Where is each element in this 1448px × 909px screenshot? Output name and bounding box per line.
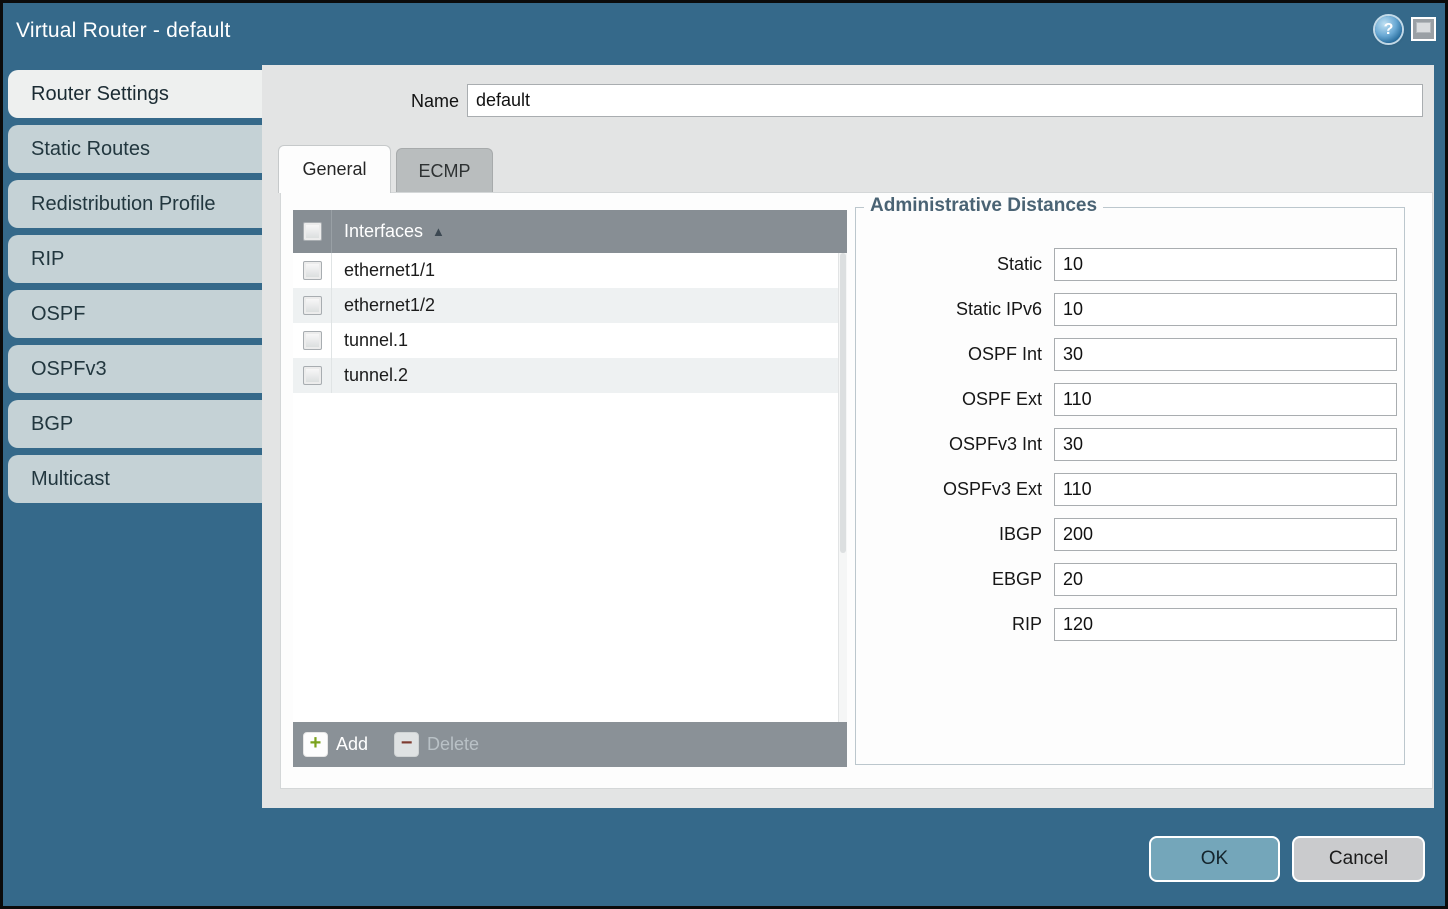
table-scrollbar-thumb[interactable] [840, 253, 846, 553]
add-button[interactable]: + Add [303, 732, 368, 757]
interfaces-table-header: Interfaces ▲ [293, 210, 847, 253]
administrative-distances-title: Administrative Distances [864, 195, 1103, 217]
row-checkbox-cell [293, 288, 332, 323]
rip-label: RIP [856, 614, 1054, 635]
help-icon[interactable]: ? [1375, 16, 1402, 43]
dialog-title: Virtual Router - default [16, 19, 231, 43]
field-row-ospf-ext: OSPF Ext [856, 383, 1404, 416]
sidebar-item-rip[interactable]: RIP [8, 235, 265, 283]
ospf-int-label: OSPF Int [856, 344, 1054, 365]
ospf-ext-input[interactable] [1054, 383, 1397, 416]
field-row-rip: RIP [856, 608, 1404, 641]
interface-name: tunnel.1 [344, 330, 408, 351]
row-checkbox-cell [293, 253, 332, 288]
ok-button[interactable]: OK [1149, 836, 1280, 882]
select-all-checkbox[interactable] [303, 222, 322, 241]
row-checkbox-cell [293, 358, 332, 393]
delete-button-label: Delete [427, 734, 479, 755]
window-restore-icon[interactable] [1411, 17, 1436, 41]
sidebar-item-multicast[interactable]: Multicast [8, 455, 265, 503]
interface-name: ethernet1/1 [344, 260, 435, 281]
sidebar-item-redistribution-profile[interactable]: Redistribution Profile [8, 180, 265, 228]
name-input[interactable] [467, 84, 1423, 117]
sidebar-item-router-settings[interactable]: Router Settings [8, 70, 265, 118]
interface-name: tunnel.2 [344, 365, 408, 386]
static-label: Static [856, 254, 1054, 275]
titlebar: Virtual Router - default ? [3, 3, 1445, 65]
add-plus-icon: + [303, 732, 328, 757]
ospf-int-input[interactable] [1054, 338, 1397, 371]
static-input[interactable] [1054, 248, 1397, 281]
ospfv3-ext-input[interactable] [1054, 473, 1397, 506]
field-row-ospfv3-ext: OSPFv3 Ext [856, 473, 1404, 506]
static-ipv6-input[interactable] [1054, 293, 1397, 326]
window-restore-icon-glyph [1416, 22, 1431, 33]
select-all-cell [293, 210, 332, 253]
add-button-label: Add [336, 734, 368, 755]
row-checkbox[interactable] [303, 296, 322, 315]
row-checkbox-cell [293, 323, 332, 358]
static-ipv6-label: Static IPv6 [856, 299, 1054, 320]
field-row-static: Static [856, 248, 1404, 281]
row-checkbox[interactable] [303, 366, 322, 385]
administrative-distances-fields: Static Static IPv6 OSPF Int OSPF Ext [856, 248, 1404, 653]
interface-name: ethernet1/2 [344, 295, 435, 316]
ibgp-input[interactable] [1054, 518, 1397, 551]
field-row-ibgp: IBGP [856, 518, 1404, 551]
field-row-static-ipv6: Static IPv6 [856, 293, 1404, 326]
row-checkbox[interactable] [303, 331, 322, 350]
interfaces-table-footer: + Add − Delete [293, 722, 847, 767]
tab-general[interactable]: General [278, 145, 391, 193]
general-tab-panel: Interfaces ▲ ethernet1/1 ethernet1/2 tun… [280, 192, 1433, 789]
name-label: Name [262, 91, 459, 112]
table-row-tunnel-2[interactable]: tunnel.2 [293, 358, 847, 393]
table-scrollbar[interactable] [838, 253, 847, 722]
tab-ecmp[interactable]: ECMP [396, 148, 493, 193]
field-row-ebgp: EBGP [856, 563, 1404, 596]
field-row-ospfv3-int: OSPFv3 Int [856, 428, 1404, 461]
ospf-ext-label: OSPF Ext [856, 389, 1054, 410]
table-row-ethernet1-2[interactable]: ethernet1/2 [293, 288, 847, 323]
administrative-distances-group: Administrative Distances Static Static I… [855, 207, 1405, 765]
delete-button[interactable]: − Delete [394, 732, 479, 757]
table-row-tunnel-1[interactable]: tunnel.1 [293, 323, 847, 358]
ospfv3-int-label: OSPFv3 Int [856, 434, 1054, 455]
sidebar-item-static-routes[interactable]: Static Routes [8, 125, 265, 173]
ospfv3-int-input[interactable] [1054, 428, 1397, 461]
row-checkbox[interactable] [303, 261, 322, 280]
table-row-ethernet1-1[interactable]: ethernet1/1 [293, 253, 847, 288]
virtual-router-dialog: Virtual Router - default ? Router Settin… [3, 3, 1445, 906]
ibgp-label: IBGP [856, 524, 1054, 545]
sidebar-item-ospfv3[interactable]: OSPFv3 [8, 345, 265, 393]
interfaces-column-header[interactable]: Interfaces [344, 221, 423, 242]
cancel-button[interactable]: Cancel [1292, 836, 1425, 882]
interfaces-table: Interfaces ▲ ethernet1/1 ethernet1/2 tun… [293, 210, 847, 767]
sidebar-item-bgp[interactable]: BGP [8, 400, 265, 448]
delete-minus-icon: − [394, 732, 419, 757]
ospfv3-ext-label: OSPFv3 Ext [856, 479, 1054, 500]
rip-input[interactable] [1054, 608, 1397, 641]
interfaces-table-body: ethernet1/1 ethernet1/2 tunnel.1 tunnel.… [293, 253, 847, 722]
sort-ascending-icon[interactable]: ▲ [432, 224, 445, 239]
field-row-ospf-int: OSPF Int [856, 338, 1404, 371]
sidebar-item-ospf[interactable]: OSPF [8, 290, 265, 338]
ebgp-input[interactable] [1054, 563, 1397, 596]
router-settings-page: Name General ECMP Interfaces ▲ ethernet1… [262, 65, 1434, 808]
ebgp-label: EBGP [856, 569, 1054, 590]
